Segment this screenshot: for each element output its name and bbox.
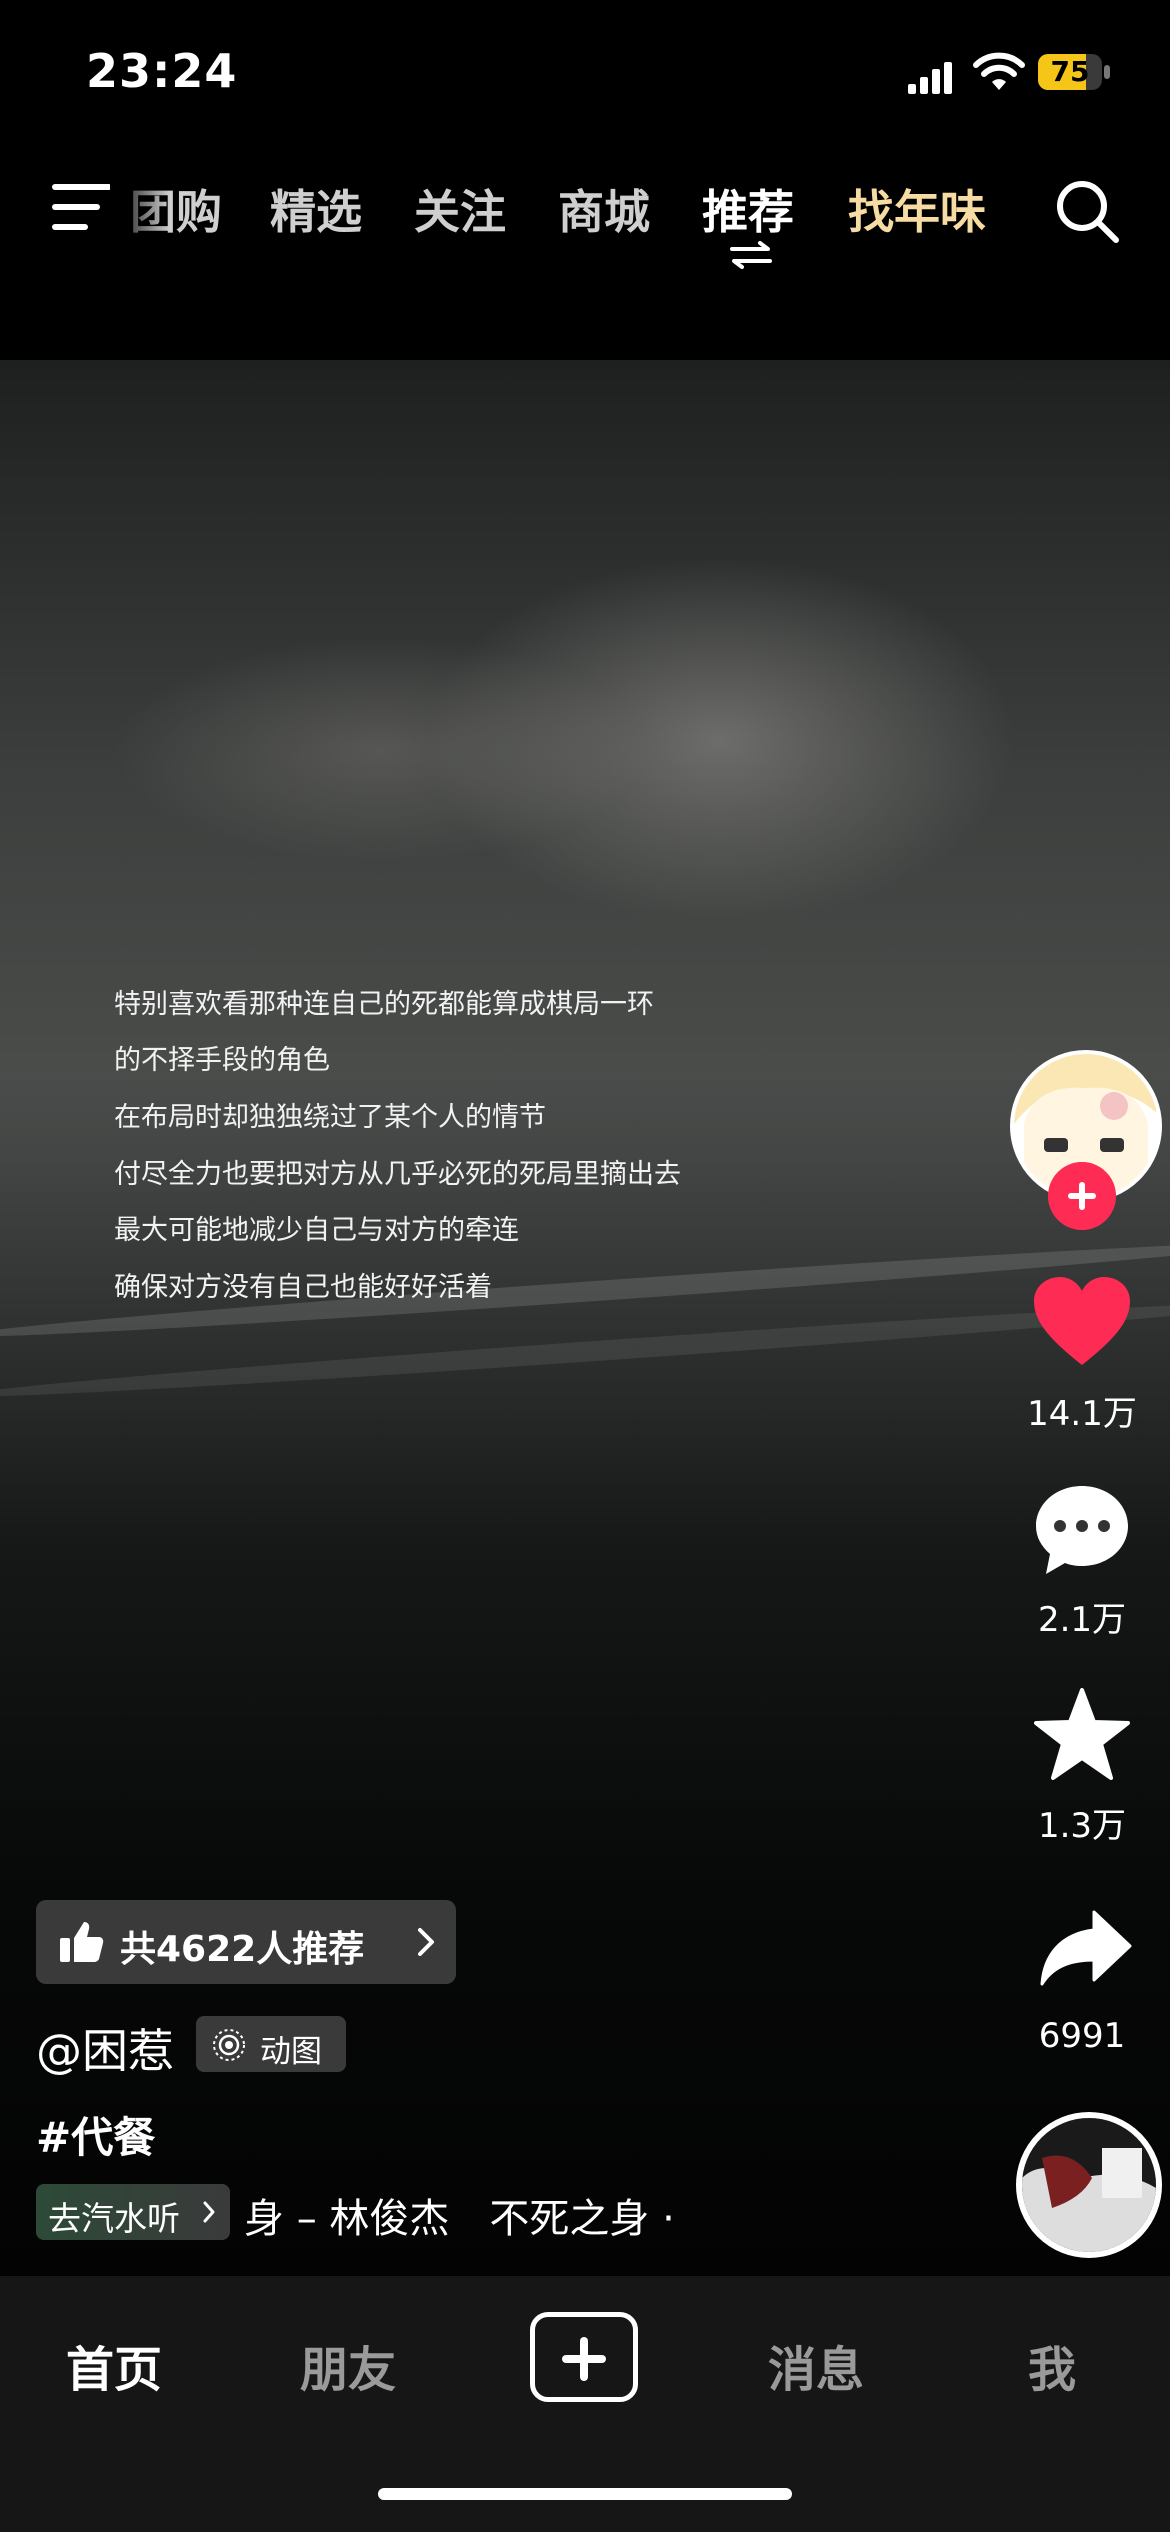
nav-home[interactable]: 首页 bbox=[66, 2330, 162, 2400]
lyric-line: 付尽全力也要把对方从几乎必死的死局里摘出去 bbox=[114, 1159, 681, 1190]
thumbs-up-icon bbox=[60, 1922, 104, 1962]
heart-icon[interactable] bbox=[1032, 1275, 1132, 1367]
author-name[interactable]: @困惹 bbox=[36, 2015, 174, 2081]
chevron-right-icon bbox=[203, 2201, 215, 2223]
chevron-right-icon bbox=[418, 1928, 434, 1956]
share-count: 6991 bbox=[1038, 2016, 1126, 2056]
lyric-line: 的不择手段的角色 bbox=[114, 1045, 330, 1076]
nav-messages[interactable]: 消息 bbox=[768, 2330, 864, 2400]
hashtag[interactable]: #代餐 bbox=[36, 2104, 155, 2165]
like-count: 14.1万 bbox=[1027, 1394, 1137, 1434]
nav-me[interactable]: 我 bbox=[1028, 2330, 1076, 2400]
wifi-icon bbox=[973, 52, 1025, 90]
lyric-line: 最大可能地减少自己与对方的牵连 bbox=[114, 1215, 519, 1246]
cellular-signal-icon bbox=[908, 62, 952, 94]
swap-icon bbox=[730, 241, 772, 269]
video-player[interactable] bbox=[0, 360, 1170, 2275]
star-icon[interactable] bbox=[1034, 1688, 1130, 1780]
badge-label: 动图 bbox=[260, 2034, 322, 2070]
tab-mall[interactable]: 商城 bbox=[558, 176, 650, 242]
music-disc[interactable] bbox=[1016, 2112, 1162, 2258]
tab-following[interactable]: 关注 bbox=[414, 176, 506, 242]
share-icon[interactable] bbox=[1038, 1908, 1132, 1986]
favorite-count: 1.3万 bbox=[1037, 1806, 1127, 1846]
battery-icon: 75 bbox=[1038, 54, 1112, 90]
menu-icon[interactable] bbox=[50, 180, 114, 234]
music-title[interactable]: 身 – 林俊杰 不死之身 · bbox=[244, 2186, 675, 2244]
recommend-count: 共4622人推荐 bbox=[120, 1929, 365, 1970]
create-button[interactable] bbox=[530, 2312, 638, 2402]
tab-new-year[interactable]: 找年味 bbox=[848, 176, 986, 242]
battery-level: 75 bbox=[1050, 55, 1090, 88]
live-photo-icon bbox=[213, 2029, 245, 2061]
wave-line bbox=[0, 1294, 1170, 1406]
tab-featured[interactable]: 精选 bbox=[270, 176, 362, 242]
status-time: 23:24 bbox=[86, 44, 238, 98]
music-app-chip[interactable]: 去汽水听 bbox=[36, 2184, 230, 2240]
music-chip-label: 去汽水听 bbox=[48, 2199, 180, 2238]
tab-recommend[interactable]: 推荐 bbox=[702, 176, 794, 242]
comment-icon[interactable] bbox=[1032, 1482, 1132, 1578]
nav-friends[interactable]: 朋友 bbox=[300, 2330, 396, 2400]
comment-count: 2.1万 bbox=[1037, 1600, 1127, 1640]
lyric-line: 在布局时却独独绕过了某个人的情节 bbox=[114, 1102, 546, 1133]
lyric-line: 确保对方没有自己也能好好活着 bbox=[114, 1272, 492, 1303]
follow-button[interactable] bbox=[1048, 1162, 1116, 1230]
home-indicator bbox=[378, 2488, 792, 2500]
search-icon[interactable] bbox=[1052, 176, 1122, 246]
animated-image-badge[interactable]: 动图 bbox=[196, 2016, 346, 2072]
tab-fade bbox=[110, 170, 170, 250]
plus-icon bbox=[562, 2337, 606, 2381]
recommend-pill[interactable]: 共4622人推荐 bbox=[36, 1900, 456, 1984]
lyric-line: 特别喜欢看那种连自己的死都能算成棋局一环 bbox=[114, 989, 654, 1020]
